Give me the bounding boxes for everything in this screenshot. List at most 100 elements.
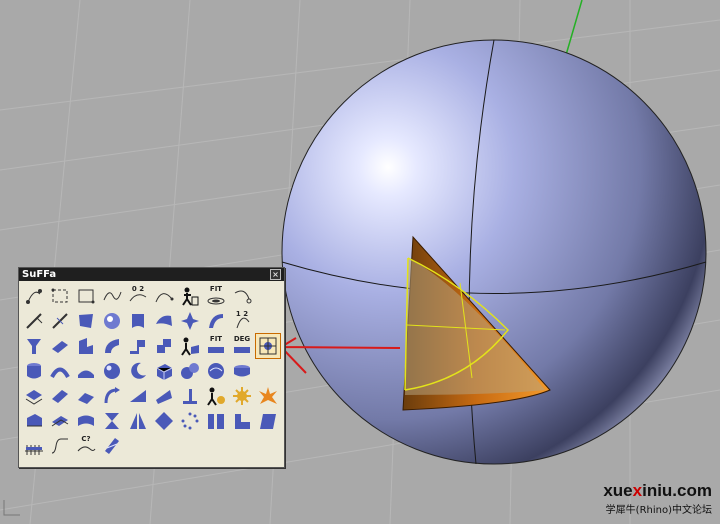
toolbar-button-diamond[interactable]	[152, 409, 176, 433]
toolbar-title: SuFFa	[22, 269, 57, 280]
blade-icon	[52, 313, 68, 329]
patch-surface-icon	[209, 314, 223, 328]
toolbar-button-hourglass[interactable]	[100, 409, 124, 433]
toolbar-button-worker-surface[interactable]	[178, 334, 202, 358]
site-suffix: iniu.com	[642, 481, 712, 500]
toolbar-button-patch-surface[interactable]	[204, 309, 228, 333]
toolbar-titlebar[interactable]: SuFFa ×	[19, 268, 284, 281]
toolbar-button-fit-surface[interactable]: FIT	[204, 334, 228, 358]
toolbar-button-blob[interactable]	[204, 359, 228, 383]
cylinder-short-icon	[234, 365, 250, 377]
toolbar-button-sphere[interactable]	[100, 359, 124, 383]
funnel-icon	[27, 339, 41, 354]
toolbar-button-gear[interactable]	[230, 384, 254, 408]
toolbar-button-grid-plane[interactable]	[22, 434, 46, 458]
sphere-icon	[104, 363, 120, 379]
burst-icon	[259, 387, 277, 404]
toolbar-button-dots-ring[interactable]	[178, 409, 202, 433]
step-surface-icon	[157, 339, 171, 353]
toolbar-button-curve-arc[interactable]	[152, 284, 176, 308]
bend-surface-icon	[105, 339, 119, 353]
curve-points-icon	[26, 289, 42, 304]
toolbar-button-rect-corners[interactable]	[48, 284, 72, 308]
blob-icon	[208, 363, 224, 379]
arch-flat-icon	[78, 370, 94, 378]
toolbar-button-rect-edges[interactable]	[74, 284, 98, 308]
toolbar-button-panel-split[interactable]	[204, 409, 228, 433]
worker-gear-icon	[207, 387, 225, 406]
toolbar-button-curve-end[interactable]	[230, 284, 254, 308]
toolbar-button-curve-wave[interactable]	[100, 284, 124, 308]
toolbar-button-deg-surface[interactable]: DEG	[230, 334, 254, 358]
watermark-site: xuexiniu.com	[603, 481, 712, 501]
toolbar-button-worker-gear[interactable]	[204, 384, 228, 408]
toolbar-button-bend-surface[interactable]	[100, 334, 124, 358]
toolbar-button-block[interactable]	[256, 409, 280, 433]
toolbar-button-flag-surface[interactable]	[74, 309, 98, 333]
toolbar-button-slab[interactable]	[22, 384, 46, 408]
close-button[interactable]: ×	[270, 269, 281, 280]
toolbar-button-arch-flat[interactable]	[74, 359, 98, 383]
toolbar-button-blade[interactable]	[48, 309, 72, 333]
toolbar-button-fit-curve[interactable]: FIT	[204, 284, 228, 308]
site-prefix: xue	[603, 481, 633, 500]
toolbar-button-cylinder-short[interactable]	[230, 359, 254, 383]
toolbar-button-continuity-check[interactable]: C?	[74, 434, 98, 458]
toolbar-button-label: DEG	[233, 335, 251, 343]
toolbar-button-step-surface[interactable]	[152, 334, 176, 358]
panel-split-icon	[208, 414, 224, 429]
offset-icon	[51, 416, 69, 427]
toolbar-button-label: C?	[81, 435, 91, 443]
diamond-icon	[155, 412, 173, 430]
toolbar-button-extrude[interactable]	[22, 409, 46, 433]
toolbar-button-twist-surface[interactable]	[152, 309, 176, 333]
toolbar-button-knife[interactable]	[22, 309, 46, 333]
toolbar-button-pipe-surface[interactable]	[126, 309, 150, 333]
corner-icon	[235, 414, 250, 429]
plane-surface-icon	[52, 341, 68, 353]
toolbar-button-split-surface[interactable]	[126, 334, 150, 358]
toolbar-button-t-stand[interactable]	[178, 384, 202, 408]
extrude-icon	[27, 414, 42, 427]
toolbar-button-moon[interactable]	[126, 359, 150, 383]
toolbar-button-offset[interactable]	[48, 409, 72, 433]
toolbar-button-zigzag[interactable]	[48, 434, 72, 458]
sheet-icon	[52, 390, 68, 403]
toolbar-button-select-box[interactable]	[255, 333, 281, 359]
toolbar-button-cube[interactable]	[152, 359, 176, 383]
toolbar-button-curve-02[interactable]: 0 2	[126, 284, 150, 308]
toolbar-button-plane-tilt[interactable]	[152, 384, 176, 408]
toolbar-button-loft-arch[interactable]	[48, 359, 72, 383]
block-icon	[260, 414, 276, 429]
curve-wave-icon	[103, 291, 122, 301]
slab-icon	[25, 390, 43, 405]
toolbar-button-burst[interactable]	[256, 384, 280, 408]
toolbar-button-worker[interactable]	[178, 284, 202, 308]
toolbar-button-corner[interactable]	[230, 409, 254, 433]
toolbar-button-funnel[interactable]	[22, 334, 46, 358]
axis-green	[565, 0, 583, 56]
split-surface-icon	[130, 340, 145, 354]
rect-corners-icon	[51, 288, 68, 303]
toolbar-button-spheres[interactable]	[178, 359, 202, 383]
toolbar-button-sphere-dot[interactable]	[100, 309, 124, 333]
toolbar-button-fold-surface[interactable]	[74, 334, 98, 358]
toolbar-button-num-12[interactable]: 1 2	[230, 309, 254, 333]
site-x: x	[632, 481, 643, 500]
rect-edges-icon	[78, 289, 95, 304]
watermark: xuexiniu.com 学犀牛(Rhino)中文论坛	[603, 481, 712, 516]
moon-icon	[131, 362, 146, 379]
toolbar-button-mirror[interactable]	[126, 409, 150, 433]
toolbar-button-slide[interactable]	[74, 384, 98, 408]
toolbar-button-label: FIT	[209, 335, 223, 343]
toolbar-button-sheet[interactable]	[48, 384, 72, 408]
toolbar-button-cylinder[interactable]	[22, 359, 46, 383]
toolbar-button-wedge[interactable]	[126, 384, 150, 408]
toolbar-button-star-points[interactable]	[178, 309, 202, 333]
toolbar-button-plane-surface[interactable]	[48, 334, 72, 358]
toolbar-button-curve-points[interactable]	[22, 284, 46, 308]
toolbar-button-drape[interactable]	[74, 409, 98, 433]
suffa-toolbar[interactable]: SuFFa × 0 2 FIT 1 2 FIT DEG C?	[18, 267, 285, 468]
toolbar-button-arrow-curve[interactable]	[100, 384, 124, 408]
toolbar-button-stack[interactable]	[100, 434, 124, 458]
